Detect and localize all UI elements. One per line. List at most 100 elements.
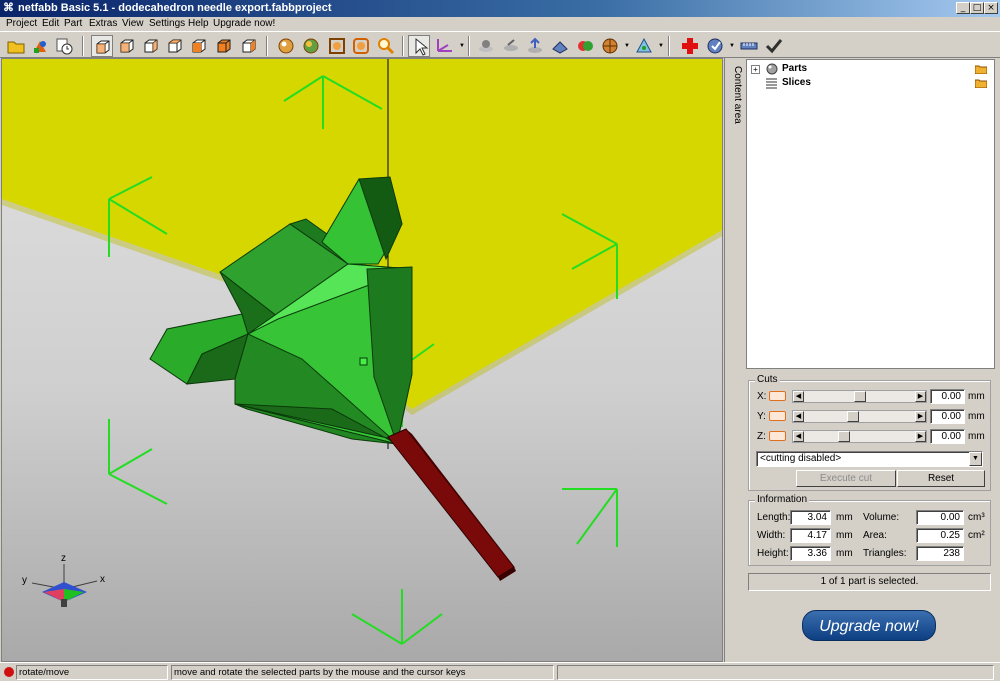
needle-part[interactable]	[387, 428, 516, 581]
checkmark-icon[interactable]	[763, 35, 785, 57]
reset-button[interactable]: Reset	[897, 470, 985, 487]
maximize-button[interactable]: □	[970, 2, 984, 14]
part-center-marker	[359, 357, 368, 366]
slices-icon	[766, 78, 777, 89]
cutting-mode-select[interactable]: <cutting disabled> ▼	[756, 451, 983, 467]
length-unit: mm	[836, 512, 853, 523]
upgrade-now-button[interactable]: Upgrade now!	[802, 610, 936, 641]
ruler-icon[interactable]	[738, 35, 760, 57]
menu-edit[interactable]: Edit	[42, 17, 59, 30]
texture-icon[interactable]	[300, 35, 322, 57]
shading-icon[interactable]	[275, 35, 297, 57]
project-info-icon[interactable]	[53, 35, 75, 57]
axis-z-label: z	[61, 553, 66, 564]
record-icon	[4, 667, 14, 677]
cut-y-color[interactable]	[769, 411, 786, 421]
menu-help[interactable]: Help	[188, 17, 209, 30]
toolbar-separator	[668, 36, 670, 56]
slider-thumb[interactable]	[838, 431, 850, 442]
zoom-selection-icon[interactable]	[350, 35, 372, 57]
cut-x-color[interactable]	[769, 391, 786, 401]
arrow-right-icon[interactable]: ▶	[915, 431, 926, 442]
height-value: 3.36	[790, 546, 831, 561]
rotate-move-icon[interactable]	[434, 35, 456, 57]
information-title: Information	[755, 494, 810, 505]
execute-cut-button[interactable]: Execute cut	[796, 470, 896, 487]
menu-part[interactable]: Part	[64, 17, 82, 30]
close-button[interactable]: ×	[984, 2, 998, 14]
status-bar: rotate/move move and rotate the selected…	[0, 662, 1000, 681]
arrow-left-icon[interactable]: ◀	[793, 411, 804, 422]
repair-icon[interactable]	[679, 35, 701, 57]
chevron-down-icon[interactable]: ▼	[658, 43, 664, 49]
content-area-label: Content area	[732, 66, 743, 124]
view-front-icon[interactable]	[116, 35, 138, 57]
open-project-icon[interactable]	[5, 35, 27, 57]
width-label: Width:	[757, 530, 786, 541]
cut-x-slider[interactable]: ◀ ▶	[792, 390, 927, 403]
select-cursor-icon[interactable]	[408, 35, 430, 57]
area-value: 0.25	[916, 528, 964, 543]
chevron-down-icon[interactable]: ▼	[459, 43, 465, 49]
folder-icon[interactable]	[975, 78, 987, 88]
title-bar: ⌘ netfabb Basic 5.1 - dodecahedron needl…	[0, 0, 1000, 17]
view-bottom-icon[interactable]	[238, 35, 260, 57]
measure-icon[interactable]	[475, 35, 497, 57]
rotate-part-icon[interactable]	[500, 35, 522, 57]
menu-upgrade[interactable]: Upgrade now!	[213, 17, 275, 30]
view-left-icon[interactable]	[164, 35, 186, 57]
scene	[2, 59, 722, 645]
arrow-right-icon[interactable]: ▶	[915, 391, 926, 402]
cut-y-slider[interactable]: ◀ ▶	[792, 410, 927, 423]
length-value: 3.04	[790, 510, 831, 525]
minimize-button[interactable]: _	[956, 2, 970, 14]
cut-z-slider[interactable]: ◀ ▶	[792, 430, 927, 443]
view-right-icon[interactable]	[188, 35, 210, 57]
netfabb-logo-icon: ⌘	[3, 2, 14, 14]
view-top-icon[interactable]	[213, 35, 235, 57]
zoom-fit-icon[interactable]	[326, 35, 348, 57]
chevron-down-icon[interactable]: ▼	[624, 43, 630, 49]
length-label: Length:	[757, 512, 791, 523]
menu-view[interactable]: View	[122, 17, 144, 30]
expand-icon[interactable]: +	[751, 65, 760, 74]
slider-thumb[interactable]	[847, 411, 859, 422]
cut-x-unit: mm	[968, 391, 985, 402]
cut-z-value[interactable]: 0.00	[930, 429, 965, 444]
section-icon[interactable]	[599, 35, 621, 57]
slice-icon[interactable]	[549, 35, 571, 57]
view-back-icon[interactable]	[140, 35, 162, 57]
slider-thumb[interactable]	[854, 391, 866, 402]
volume-label: Volume:	[863, 512, 900, 523]
menu-project[interactable]: Project	[6, 17, 37, 30]
toolbar-separator	[468, 36, 470, 56]
align-icon[interactable]	[524, 35, 546, 57]
color-icon[interactable]	[574, 35, 596, 57]
cut-y-value[interactable]: 0.00	[930, 409, 965, 424]
chevron-down-icon[interactable]: ▼	[729, 43, 735, 49]
parts-icon	[766, 63, 778, 75]
project-tree[interactable]: + Parts Slices	[746, 59, 995, 369]
cut-z-color[interactable]	[769, 431, 786, 441]
add-part-icon[interactable]	[29, 35, 51, 57]
arrow-left-icon[interactable]: ◀	[793, 391, 804, 402]
menu-extras[interactable]: Extras	[89, 17, 117, 30]
menu-settings[interactable]: Settings	[149, 17, 185, 30]
arrow-right-icon[interactable]: ▶	[915, 411, 926, 422]
3d-viewport[interactable]: z x y	[1, 58, 723, 662]
arrow-left-icon[interactable]: ◀	[793, 431, 804, 442]
tree-item-parts[interactable]: + Parts	[751, 62, 991, 76]
selection-status: 1 of 1 part is selected.	[748, 573, 991, 591]
triangles-label: Triangles:	[863, 548, 907, 559]
analyze-icon[interactable]	[704, 35, 726, 57]
folder-icon[interactable]	[975, 64, 987, 74]
cut-x-value[interactable]: 0.00	[930, 389, 965, 404]
tree-item-slices[interactable]: Slices	[751, 76, 991, 90]
chevron-down-icon[interactable]: ▼	[969, 452, 982, 466]
content-area-tab[interactable]: Content area	[724, 58, 744, 662]
mesh-icon[interactable]	[633, 35, 655, 57]
view-3d-icon[interactable]	[91, 35, 113, 57]
volume-value: 0.00	[916, 510, 964, 525]
zoom-icon[interactable]	[375, 35, 397, 57]
cutting-mode-value: <cutting disabled>	[760, 453, 842, 464]
